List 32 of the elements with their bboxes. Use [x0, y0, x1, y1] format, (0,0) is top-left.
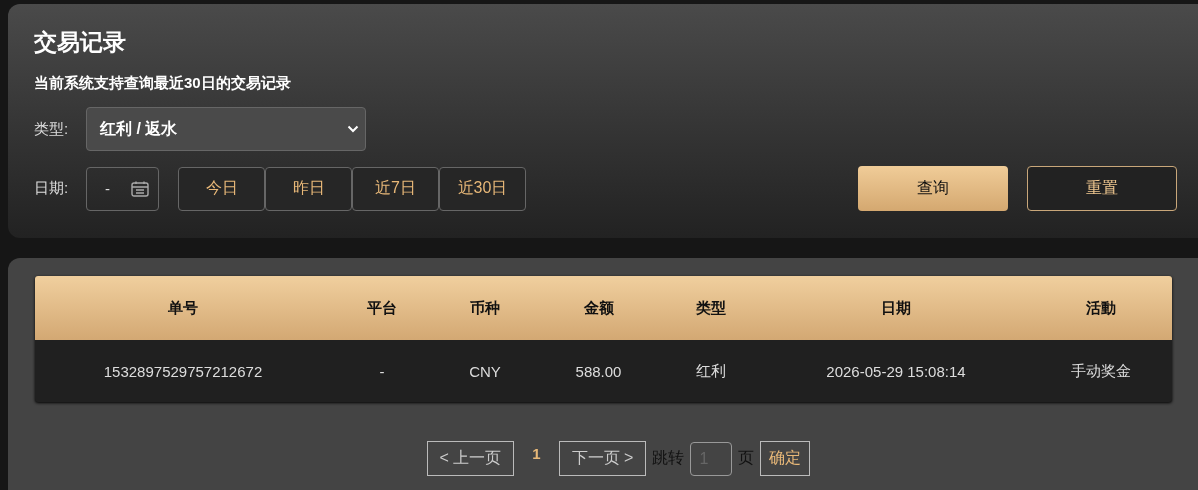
column-header: 类型 [695, 298, 727, 318]
column-header: 币种 [469, 298, 501, 318]
date-shortcut-button[interactable]: 近7日 [352, 166, 439, 211]
column-header: 活動 [1085, 298, 1117, 318]
table-cell-text: 手动奖金 [1070, 361, 1132, 381]
search-button[interactable]: 查询 [858, 166, 1008, 211]
date-field[interactable]: - [86, 166, 159, 211]
confirm-button[interactable]: 确定 [760, 441, 811, 476]
chevron-down-icon [347, 125, 359, 133]
date-shortcut-button[interactable]: 近30日 [439, 166, 526, 211]
notice-text: 当前系统支持查询最近30日的交易记录 [34, 73, 292, 93]
table-cell-text: 588.00 [574, 362, 623, 380]
calendar-icon [131, 180, 149, 197]
column-header: 单号 [167, 298, 199, 318]
date-shortcut-button[interactable]: 今日 [178, 166, 265, 211]
table-cell-text: 2026-05-29 15:08:14 [825, 362, 967, 380]
table-cell-text: CNY [468, 362, 502, 380]
type-dropdown[interactable]: 红利 / 返水 [86, 107, 366, 151]
date-shortcut-button[interactable]: 昨日 [265, 166, 352, 211]
date-label: 日期: [34, 179, 70, 198]
reset-button[interactable]: 重置 [1027, 166, 1177, 211]
table-cell-text: 1532897529757212672 [102, 362, 264, 380]
table-cell-text: - [378, 362, 386, 380]
next-page-button[interactable]: 下一页 > [558, 441, 647, 476]
table-cell-text: 红利 [695, 361, 727, 381]
column-header: 平台 [366, 298, 398, 318]
column-header: 金额 [582, 298, 615, 318]
column-header: 日期 [880, 298, 912, 318]
page-title: 交易记录 [34, 28, 127, 57]
previous-page-button[interactable]: < 上一页 [426, 441, 515, 476]
page-number[interactable]: 1 [532, 445, 541, 462]
type-label: 类型: [34, 119, 70, 139]
